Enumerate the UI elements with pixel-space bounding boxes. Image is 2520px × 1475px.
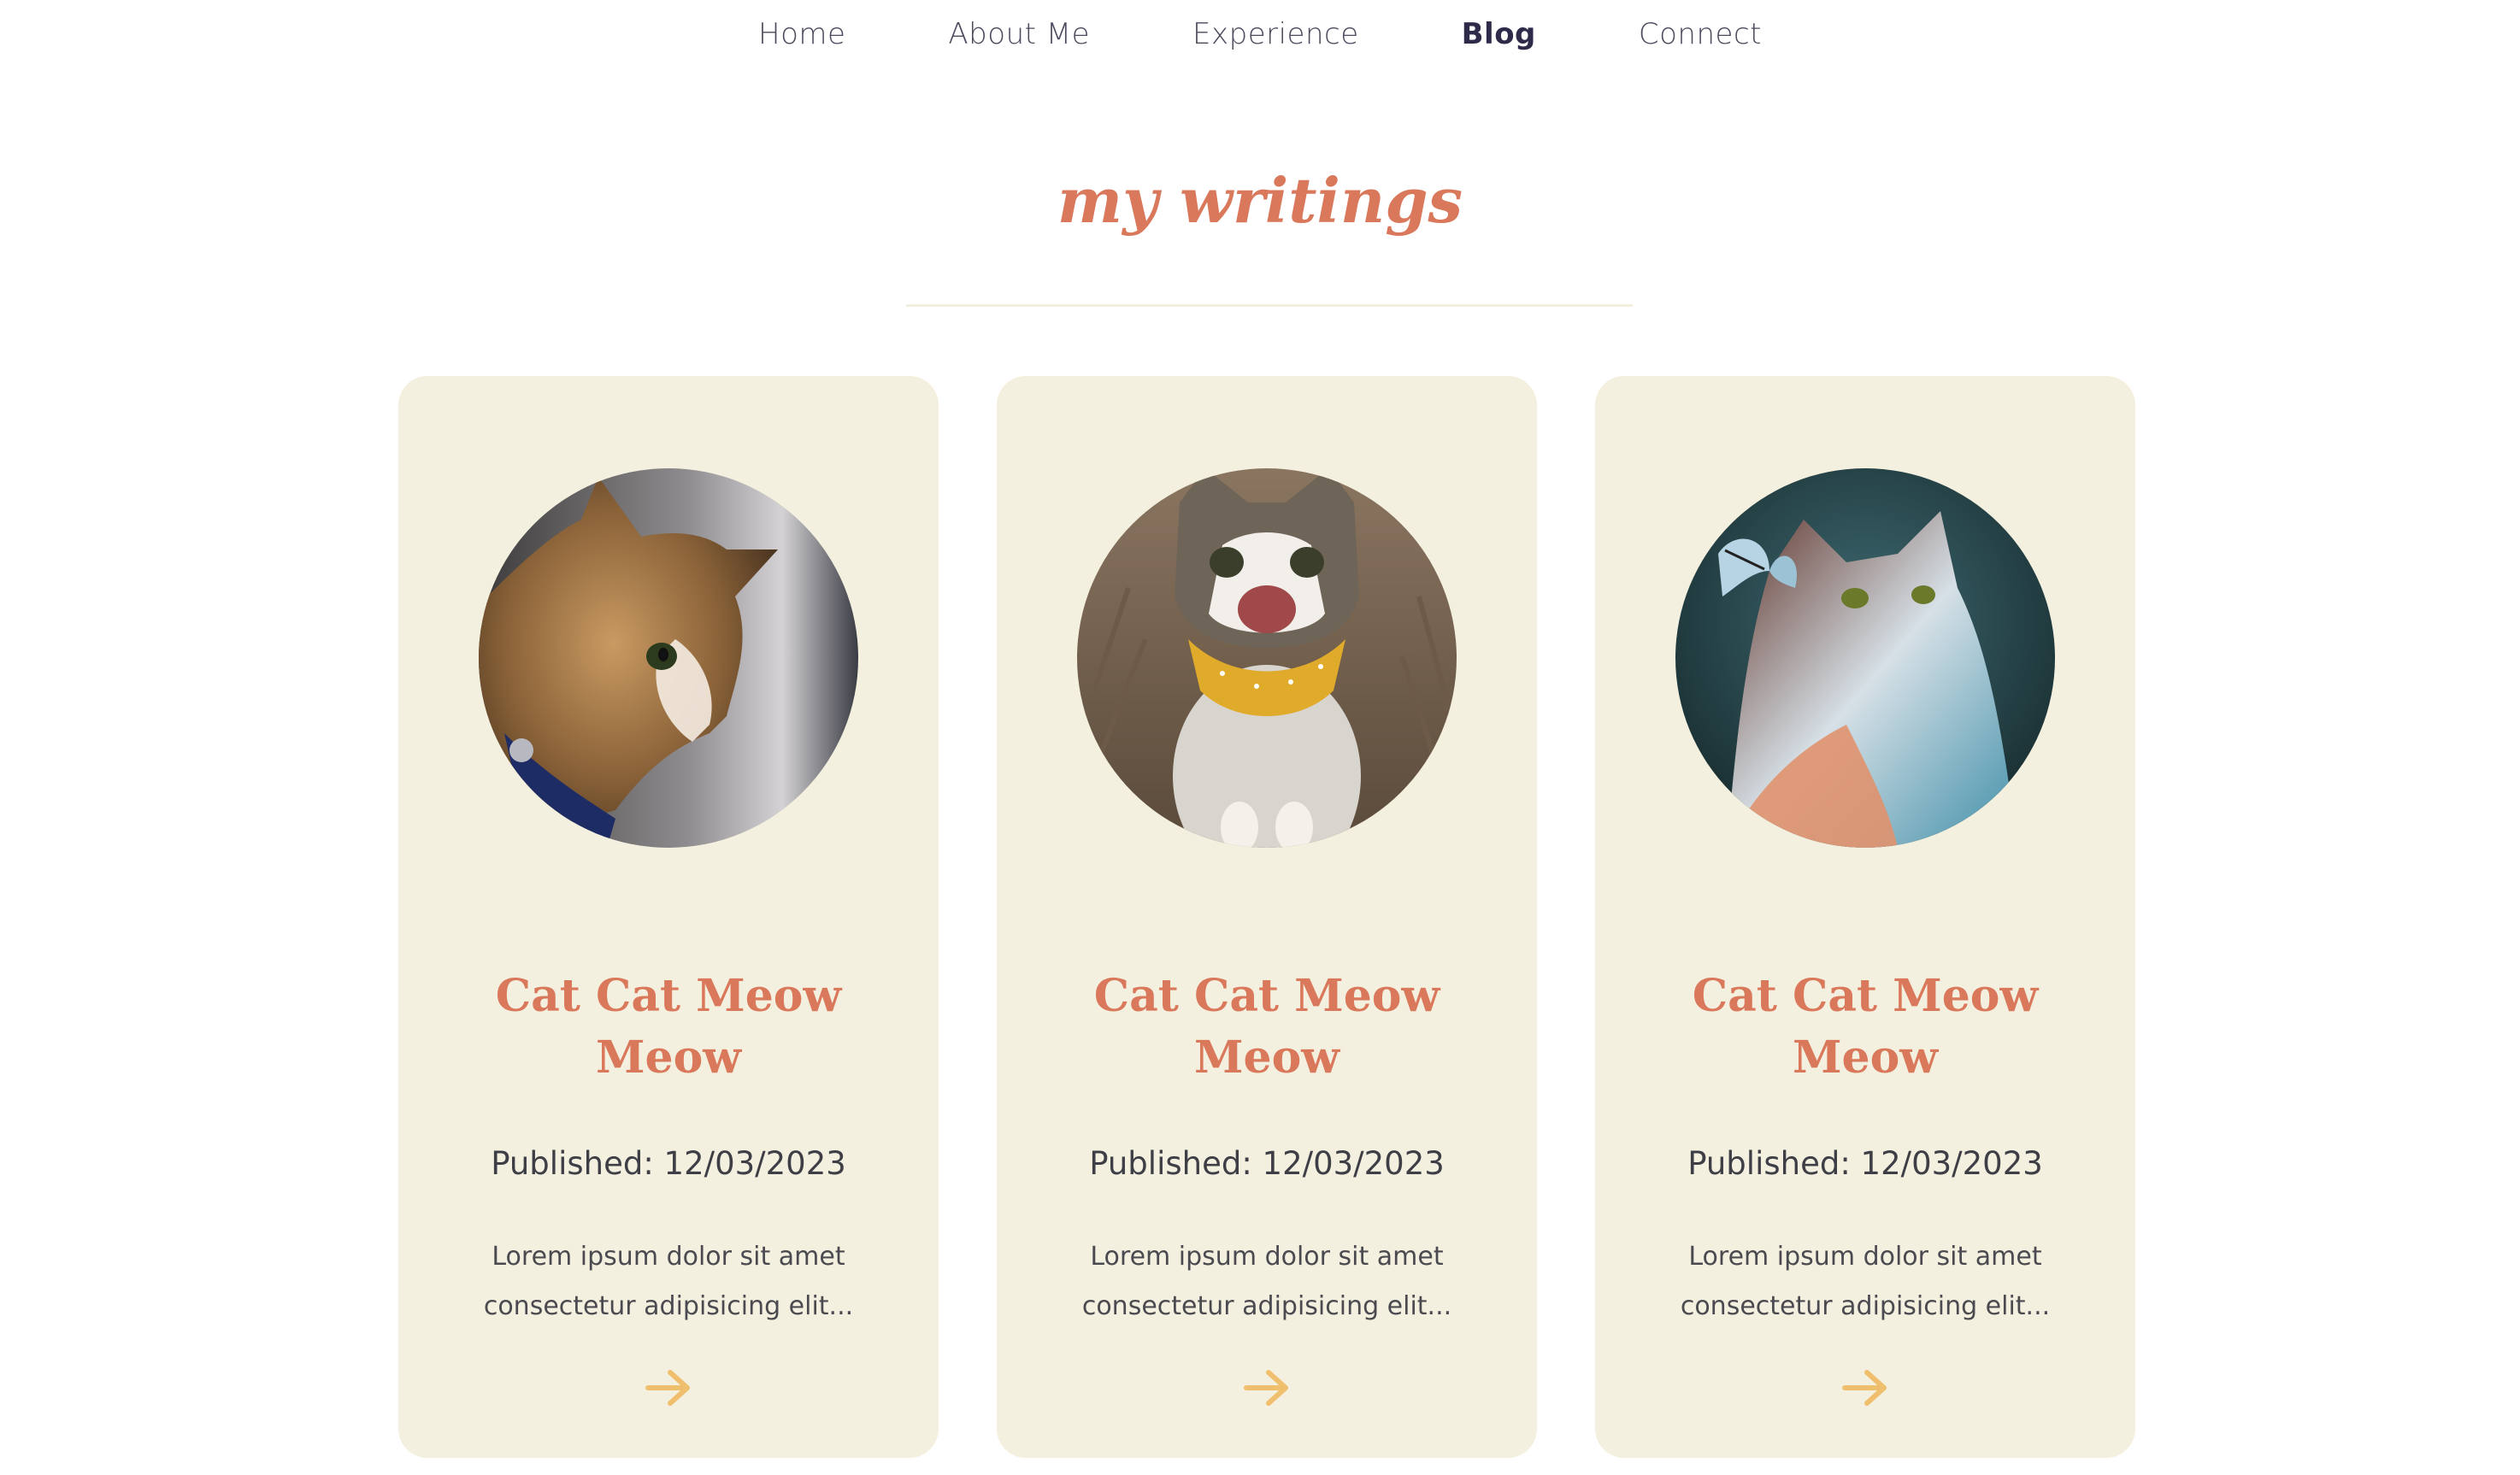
post-title-line2: Meow	[1792, 1031, 1939, 1084]
heading-divider	[906, 304, 1633, 307]
post-excerpt: Lorem ipsum dolor sit amet consectetur a…	[450, 1232, 887, 1331]
blog-card: Cat Cat Meow Meow Published: 12/03/2023 …	[1595, 376, 2135, 1458]
post-excerpt-line1: Lorem ipsum dolor sit amet	[1090, 1242, 1444, 1272]
nav-link-about-me[interactable]: About Me	[948, 17, 1090, 51]
nav-link-blog[interactable]: Blog	[1462, 17, 1536, 51]
post-date: Published: 12/03/2023	[1687, 1145, 2043, 1182]
cat-photo	[1077, 468, 1457, 848]
blog-card: Cat Cat Meow Meow Published: 12/03/2023 …	[398, 376, 939, 1458]
post-title[interactable]: Cat Cat Meow Meow	[433, 966, 904, 1089]
nav-link-experience[interactable]: Experience	[1192, 17, 1359, 51]
post-excerpt-line2: consectetur adipisicing elit...	[1081, 1291, 1452, 1321]
post-title[interactable]: Cat Cat Meow Meow	[1629, 966, 2101, 1089]
post-title[interactable]: Cat Cat Meow Meow	[1031, 966, 1503, 1089]
post-excerpt-line1: Lorem ipsum dolor sit amet	[492, 1242, 845, 1272]
post-excerpt-line1: Lorem ipsum dolor sit amet	[1688, 1242, 2042, 1272]
arrow-right-icon[interactable]	[1241, 1367, 1292, 1408]
post-title-line2: Meow	[595, 1031, 742, 1084]
post-title-line1: Cat Cat Meow	[1093, 970, 1440, 1022]
nav-link-connect[interactable]: Connect	[1639, 17, 1762, 51]
nav-link-home[interactable]: Home	[758, 17, 845, 51]
arrow-right-icon[interactable]	[643, 1367, 694, 1408]
cat-photo	[1675, 468, 2055, 848]
arrow-right-icon[interactable]	[1840, 1367, 1891, 1408]
page-title: my writings	[1057, 164, 1463, 237]
top-nav: Home About Me Experience Blog Connect	[0, 0, 2520, 68]
post-excerpt-line2: consectetur adipisicing elit...	[1680, 1291, 2051, 1321]
post-excerpt: Lorem ipsum dolor sit amet consectetur a…	[1646, 1232, 2084, 1331]
cat-photo	[479, 468, 858, 848]
post-title-line2: Meow	[1193, 1031, 1340, 1084]
cat-photo-happy-tabby-icon	[1077, 468, 1457, 848]
blog-card: Cat Cat Meow Meow Published: 12/03/2023 …	[997, 376, 1537, 1458]
post-excerpt-line2: consectetur adipisicing elit...	[483, 1291, 854, 1321]
cat-photo-fluffy-butterfly-icon	[1675, 468, 2055, 848]
post-title-line1: Cat Cat Meow	[495, 970, 842, 1022]
post-date: Published: 12/03/2023	[491, 1145, 846, 1182]
cat-photo-orange-tabby-icon	[479, 468, 858, 848]
post-excerpt: Lorem ipsum dolor sit amet consectetur a…	[1048, 1232, 1486, 1331]
post-title-line1: Cat Cat Meow	[1692, 970, 2039, 1022]
post-date: Published: 12/03/2023	[1089, 1145, 1445, 1182]
